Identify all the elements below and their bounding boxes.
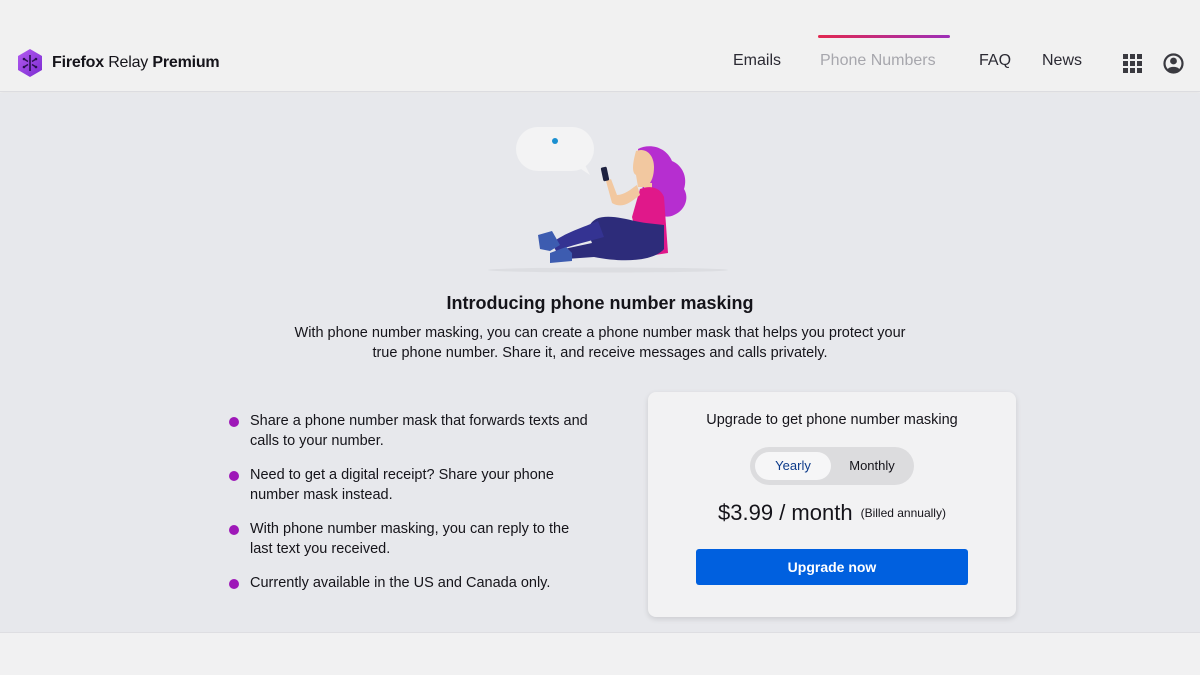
bullet-icon (229, 525, 239, 535)
active-tab-indicator (818, 35, 950, 38)
upgrade-now-button[interactable]: Upgrade now (696, 549, 968, 585)
billing-period-toggle: Yearly Monthly (750, 447, 914, 485)
toggle-yearly[interactable]: Yearly (755, 452, 831, 480)
feature-list: Share a phone number mask that forwards … (229, 411, 589, 593)
feature-item: With phone number masking, you can reply… (229, 519, 589, 559)
logo[interactable]: Firefox Relay Premium (16, 48, 220, 78)
billing-note: (Billed annually) (860, 506, 946, 520)
logo-brand-premium: Premium (152, 54, 220, 71)
nav-phone-numbers[interactable]: Phone Numbers (820, 52, 936, 70)
feature-text: Currently available in the US and Canada… (250, 575, 551, 591)
upgrade-card-title: Upgrade to get phone number masking (706, 412, 958, 428)
nav-news[interactable]: News (1042, 52, 1082, 70)
feature-item: Currently available in the US and Canada… (229, 573, 589, 593)
feature-item: Share a phone number mask that forwards … (229, 411, 589, 451)
logo-text: Firefox Relay Premium (52, 54, 220, 72)
logo-brand-relay: Relay (108, 54, 149, 71)
bullet-icon (229, 471, 239, 481)
bullet-icon (229, 417, 239, 427)
main-content: Introducing phone number masking With ph… (0, 93, 1200, 633)
nav-emails[interactable]: Emails (733, 52, 781, 70)
price-display: $3.99 / month (Billed annually) (648, 500, 1016, 526)
feature-text: Share a phone number mask that forwards … (250, 413, 588, 449)
upgrade-card: Upgrade to get phone number masking Year… (648, 392, 1016, 617)
firefox-relay-logo-icon (18, 49, 42, 77)
price-amount: $3.99 / month (718, 500, 853, 525)
feature-text: With phone number masking, you can reply… (250, 521, 570, 557)
logo-brand-firefox: Firefox (52, 54, 104, 71)
nav-faq[interactable]: FAQ (979, 52, 1011, 70)
feature-text: Need to get a digital receipt? Share you… (250, 467, 554, 503)
page-title: Introducing phone number masking (446, 293, 754, 313)
account-icon[interactable] (1163, 53, 1184, 74)
page-description: With phone number masking, you can creat… (294, 325, 906, 361)
bullet-icon (229, 579, 239, 589)
toggle-monthly[interactable]: Monthly (834, 452, 910, 480)
feature-item: Need to get a digital receipt? Share you… (229, 465, 589, 505)
apps-grid-icon[interactable] (1123, 54, 1142, 73)
woman-sitting-with-phone-illustration (488, 127, 728, 273)
top-header: Firefox Relay Premium Emails Phone Numbe… (0, 0, 1200, 92)
